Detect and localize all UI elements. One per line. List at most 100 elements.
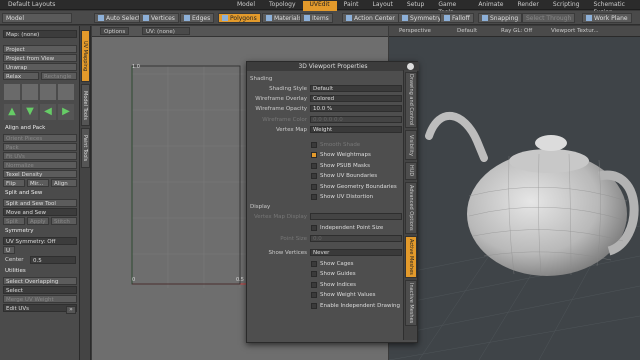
relax-button[interactable]: Relax bbox=[3, 72, 39, 80]
vertices-button[interactable]: Vertices bbox=[139, 13, 179, 23]
show-geo-boundaries-checkbox[interactable] bbox=[311, 184, 317, 190]
apply-button[interactable]: Apply bbox=[27, 217, 49, 225]
align-pack-heading[interactable]: Align and Pack bbox=[3, 124, 77, 132]
toolbar: Model Auto Select Vertices Edges Polygon… bbox=[0, 11, 640, 25]
enable-independent-label: Enable Independent Drawing bbox=[320, 303, 400, 309]
close-icon[interactable] bbox=[407, 63, 414, 70]
symmetry-button[interactable]: Symmetry bbox=[398, 13, 446, 23]
texel-density-button[interactable]: Texel Density bbox=[3, 170, 77, 178]
pack-button[interactable]: Pack bbox=[3, 143, 77, 151]
3d-viewport[interactable] bbox=[389, 26, 640, 360]
rectangle-button[interactable]: Rectangle bbox=[41, 72, 77, 80]
stitch-button[interactable]: Stitch bbox=[51, 217, 77, 225]
wireframe-color-input[interactable]: 0.0 0.0 0.0 bbox=[310, 116, 402, 123]
utilities-heading[interactable]: Utilities bbox=[3, 267, 77, 275]
select-overlapping-button[interactable]: Select Overlapping Polyg... bbox=[3, 277, 77, 293]
independent-point-checkbox[interactable] bbox=[311, 225, 317, 231]
vertex-map-dropdown[interactable]: Weight bbox=[310, 126, 402, 133]
uv-symmetry-dropdown[interactable]: UV Symmetry: Off bbox=[3, 237, 77, 245]
action-center-button[interactable]: Action Center bbox=[342, 13, 399, 23]
arrow-down-icon[interactable]: ▼ bbox=[22, 104, 38, 120]
arrow-left-icon[interactable]: ◀ bbox=[40, 104, 56, 120]
scale-uv-icon[interactable] bbox=[40, 84, 56, 100]
show-guides-checkbox[interactable] bbox=[311, 271, 317, 277]
work-plane-button[interactable]: Work Plane bbox=[582, 13, 632, 23]
center-input[interactable]: 0.5 bbox=[30, 256, 76, 264]
uv-map-dropdown[interactable]: Map: (none) bbox=[3, 30, 77, 38]
tab-advanced-options[interactable]: Advanced Options bbox=[405, 182, 417, 234]
rotate-uv-icon[interactable] bbox=[22, 84, 38, 100]
polygons-button[interactable]: Polygons bbox=[218, 13, 261, 23]
tab-drawing-control[interactable]: Drawing and Control bbox=[405, 72, 417, 128]
shading-style-dropdown[interactable]: Default bbox=[310, 85, 402, 92]
panel-title: 3D Viewport Properties bbox=[247, 62, 419, 71]
transform-uv-icon[interactable] bbox=[58, 84, 74, 100]
perspective-dropdown[interactable]: Perspective bbox=[399, 27, 431, 35]
tab-paint-tools[interactable]: Paint Tools bbox=[81, 128, 90, 168]
align-button[interactable]: Align bbox=[51, 179, 77, 187]
expand-icon[interactable]: » bbox=[66, 306, 76, 314]
show-cages-checkbox[interactable] bbox=[311, 261, 317, 267]
select-through-button[interactable]: Select Through bbox=[522, 13, 576, 23]
enable-independent-checkbox[interactable] bbox=[311, 303, 317, 309]
show-vertices-dropdown[interactable]: Never bbox=[310, 249, 402, 256]
split-sew-heading[interactable]: Split and Sew bbox=[3, 189, 77, 197]
symmetry-heading[interactable]: Symmetry bbox=[3, 227, 77, 235]
axis-u-button[interactable]: U bbox=[3, 246, 15, 254]
fit-uvs-button[interactable]: Fit UVs bbox=[3, 152, 77, 160]
shading-section[interactable]: Shading bbox=[250, 76, 272, 82]
auto-select-button[interactable]: Auto Select bbox=[94, 13, 145, 23]
raygl-dropdown[interactable]: Ray GL: Off bbox=[501, 27, 532, 35]
uv-map-select[interactable]: UV: (none) bbox=[142, 27, 190, 35]
show-uv-distortion-checkbox[interactable] bbox=[311, 194, 317, 200]
tab-uv-mapping[interactable]: UV Mapping bbox=[81, 30, 90, 82]
wireframe-overlay-dropdown[interactable]: Colored bbox=[310, 95, 402, 102]
show-geo-boundaries-label: Show Geometry Boundaries bbox=[320, 184, 397, 190]
smooth-shade-checkbox[interactable] bbox=[311, 142, 317, 148]
smooth-shade-label: Smooth Shade bbox=[320, 142, 361, 148]
vmap-display-dropdown[interactable] bbox=[310, 213, 402, 220]
show-indices-checkbox[interactable] bbox=[311, 282, 317, 288]
split-button[interactable]: Split bbox=[3, 217, 25, 225]
project-from-view-button[interactable]: Project from View bbox=[3, 54, 77, 62]
layout-menu[interactable]: Default Layouts bbox=[8, 1, 55, 8]
flip-button[interactable]: Flip bbox=[3, 179, 25, 187]
tab-visibility[interactable]: Visibility bbox=[405, 130, 417, 160]
select-dropdown[interactable]: Select bbox=[3, 286, 77, 294]
items-button[interactable]: Items bbox=[300, 13, 333, 23]
shading-default-dropdown[interactable]: Default bbox=[457, 27, 477, 35]
viewport-texture-dropdown[interactable]: Viewport Textur... bbox=[551, 27, 599, 35]
options-button[interactable]: Options bbox=[100, 27, 130, 35]
merge-uv-weight-button[interactable]: Merge UV Weight bbox=[3, 295, 77, 303]
vertices-icon bbox=[143, 15, 149, 21]
model-dropdown[interactable]: Model bbox=[2, 13, 72, 23]
orient-pieces-button[interactable]: Orient Pieces bbox=[3, 134, 77, 142]
tab-active-meshes[interactable]: Active Meshes bbox=[405, 236, 417, 278]
viewport-properties-panel: 3D Viewport Properties Shading Shading S… bbox=[246, 61, 419, 343]
mirror-button[interactable]: Mir... bbox=[27, 179, 49, 187]
work-plane-icon bbox=[586, 15, 592, 21]
edges-button[interactable]: Edges bbox=[180, 13, 215, 23]
move-sew-dropdown[interactable]: Move and Sew bbox=[3, 208, 77, 216]
arrow-up-icon[interactable]: ▲ bbox=[4, 104, 20, 120]
tab-inactive-meshes[interactable]: Inactive Meshes bbox=[405, 280, 417, 326]
materials-button[interactable]: Materials bbox=[262, 13, 306, 23]
wireframe-opacity-input[interactable]: 10.0 % bbox=[310, 105, 402, 112]
tab-hud[interactable]: HUD bbox=[405, 162, 417, 180]
move-uv-icon[interactable] bbox=[4, 84, 20, 100]
properties-tabs: Drawing and Control Visibility HUD Advan… bbox=[403, 70, 417, 340]
tab-model-tools[interactable]: Model Tools bbox=[81, 84, 90, 126]
arrow-right-icon[interactable]: ▶ bbox=[58, 104, 74, 120]
split-sew-tool-button[interactable]: Split and Sew Tool bbox=[3, 199, 77, 207]
show-uv-boundaries-checkbox[interactable] bbox=[311, 173, 317, 179]
show-psub-checkbox[interactable] bbox=[311, 163, 317, 169]
display-section[interactable]: Display bbox=[250, 204, 270, 210]
unwrap-button[interactable]: Unwrap bbox=[3, 63, 77, 71]
snapping-button[interactable]: Snapping bbox=[478, 13, 523, 23]
show-weightmaps-checkbox[interactable] bbox=[311, 152, 317, 158]
show-weight-values-checkbox[interactable] bbox=[311, 292, 317, 298]
point-size-input[interactable]: 0.0 bbox=[310, 235, 402, 242]
normalize-button[interactable]: Normalize bbox=[3, 161, 77, 169]
project-button[interactable]: Project bbox=[3, 45, 77, 53]
falloff-button[interactable]: Falloff bbox=[440, 13, 474, 23]
